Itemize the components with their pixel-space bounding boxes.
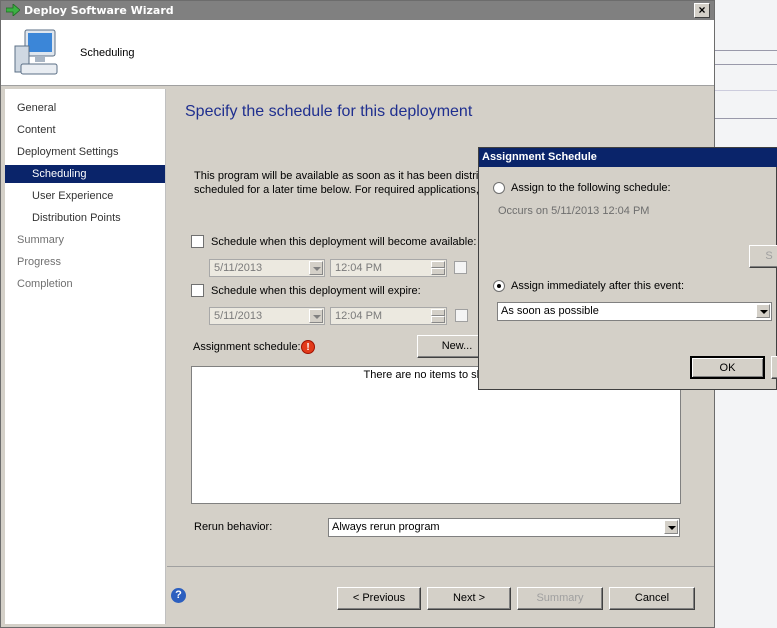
available-checkbox[interactable]: [191, 235, 204, 248]
bg-divider: [714, 50, 777, 51]
schedule-radio[interactable]: [493, 182, 505, 194]
assignment-schedule-dialog: Assignment Schedule Assign to the follow…: [478, 147, 777, 390]
schedule-option-label: Assign to the following schedule:: [511, 182, 671, 194]
nav-item-summary[interactable]: Summary: [5, 231, 165, 249]
available-label: Schedule when this deployment will becom…: [211, 236, 477, 248]
calendar-dropdown-icon[interactable]: [309, 261, 323, 275]
bg-divider: [714, 90, 777, 91]
description-line: This program will be available as soon a…: [194, 170, 491, 182]
bg-divider: [714, 118, 777, 119]
event-select[interactable]: As soon as possible: [497, 302, 772, 321]
bg-divider: [714, 64, 777, 65]
cancel-button[interactable]: Cancel: [609, 587, 695, 610]
available-time: 12:04 PM: [335, 262, 383, 274]
computer-icon: [14, 29, 58, 75]
green-arrow-icon: [6, 4, 20, 16]
description: This program will be available as soon a…: [194, 169, 494, 197]
wizard-header: Scheduling: [1, 20, 714, 86]
error-icon: !: [301, 340, 315, 354]
chevron-down-icon[interactable]: [756, 304, 770, 318]
schedule-button[interactable]: S: [749, 245, 777, 268]
expire-time-picker[interactable]: 12:04 PM: [330, 307, 447, 325]
page-title: Scheduling: [80, 47, 135, 59]
event-option-label: Assign immediately after this event:: [511, 280, 685, 292]
ok-button[interactable]: OK: [690, 356, 765, 379]
rerun-behavior-value: Always rerun program: [332, 521, 440, 533]
expire-date-picker[interactable]: 5/11/2013: [209, 307, 325, 325]
time-spinner-icon[interactable]: [431, 261, 445, 275]
nav-item-scheduling[interactable]: Scheduling: [5, 165, 165, 183]
rerun-behavior-label: Rerun behavior:: [194, 521, 273, 533]
chevron-down-icon[interactable]: [664, 520, 678, 534]
dialog-title[interactable]: Assignment Schedule: [479, 148, 777, 167]
nav-item-completion[interactable]: Completion: [5, 275, 165, 293]
event-value: As soon as possible: [501, 305, 599, 317]
nav-item-general[interactable]: General: [5, 99, 165, 117]
occurs-text: Occurs on 5/11/2013 12:04 PM: [498, 205, 650, 217]
title-bar[interactable]: Deploy Software Wizard ×: [1, 1, 714, 20]
wizard-nav: General Content Deployment Settings Schedul…: [5, 89, 166, 624]
expire-time: 12:04 PM: [335, 310, 383, 322]
expire-utc-checkbox[interactable]: [455, 309, 468, 322]
nav-item-content[interactable]: Content: [5, 121, 165, 139]
event-radio[interactable]: [493, 280, 505, 292]
summary-button[interactable]: Summary: [517, 587, 603, 610]
available-time-picker[interactable]: 12:04 PM: [330, 259, 447, 277]
description-line: scheduled for a later time below. For re…: [194, 184, 494, 196]
nav-item-user-experience[interactable]: User Experience: [5, 187, 165, 205]
available-date-picker[interactable]: 5/11/2013: [209, 259, 325, 277]
expire-label: Schedule when this deployment will expir…: [211, 285, 421, 297]
assignment-schedule-label: Assignment schedule:: [193, 341, 301, 353]
help-icon[interactable]: ?: [171, 588, 186, 603]
nav-item-distribution-points[interactable]: Distribution Points: [5, 209, 165, 227]
expire-checkbox[interactable]: [191, 284, 204, 297]
next-button[interactable]: Next >: [427, 587, 511, 610]
expire-date: 5/11/2013: [214, 310, 263, 322]
page-heading: Specify the schedule for this deployment: [185, 103, 473, 120]
time-spinner-icon[interactable]: [431, 309, 445, 323]
previous-button[interactable]: < Previous: [337, 587, 421, 610]
dialog-cancel-button[interactable]: [771, 356, 777, 379]
footer-divider: [167, 566, 714, 567]
nav-item-progress[interactable]: Progress: [5, 253, 165, 271]
close-button[interactable]: ×: [694, 3, 710, 18]
available-utc-checkbox[interactable]: [454, 261, 467, 274]
window-title: Deploy Software Wizard: [24, 4, 174, 17]
nav-item-deployment-settings[interactable]: Deployment Settings: [5, 143, 165, 161]
available-date: 5/11/2013: [214, 262, 263, 274]
rerun-behavior-select[interactable]: Always rerun program: [328, 518, 680, 537]
calendar-dropdown-icon[interactable]: [309, 309, 323, 323]
